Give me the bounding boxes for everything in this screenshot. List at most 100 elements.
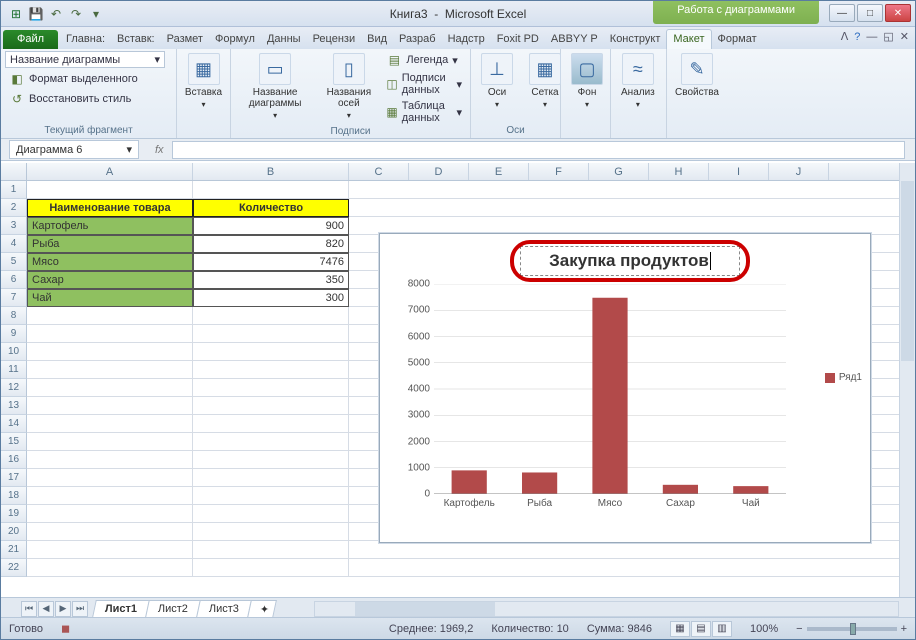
- row-header[interactable]: 1: [1, 181, 27, 199]
- cell[interactable]: [193, 523, 349, 541]
- cell[interactable]: [193, 379, 349, 397]
- tab-view[interactable]: Вид: [361, 30, 393, 49]
- cell[interactable]: Чай: [27, 289, 193, 307]
- namebox-dropdown-icon[interactable]: ▾: [126, 143, 132, 156]
- tab-chart-format[interactable]: Формат: [712, 30, 763, 49]
- col-header[interactable]: E: [469, 163, 529, 180]
- cell[interactable]: [349, 559, 915, 577]
- help-icon[interactable]: ?: [854, 31, 860, 43]
- cell[interactable]: [193, 415, 349, 433]
- cell[interactable]: [349, 181, 915, 199]
- cell[interactable]: [193, 451, 349, 469]
- col-header[interactable]: B: [193, 163, 349, 180]
- chart-title-button[interactable]: ▭Название диаграммы▾: [235, 51, 315, 122]
- cell[interactable]: [27, 361, 193, 379]
- cell[interactable]: [193, 325, 349, 343]
- col-header[interactable]: D: [409, 163, 469, 180]
- cell[interactable]: [193, 469, 349, 487]
- row-header[interactable]: 18: [1, 487, 27, 505]
- cell[interactable]: [27, 343, 193, 361]
- sheet-nav-prev-icon[interactable]: ◀: [38, 601, 54, 617]
- new-sheet-button[interactable]: ✦: [247, 600, 277, 618]
- redo-icon[interactable]: ↷: [67, 5, 85, 23]
- row-header[interactable]: 6: [1, 271, 27, 289]
- workbook-close-icon[interactable]: ✕: [900, 30, 909, 43]
- tab-chart-layout[interactable]: Макет: [666, 29, 711, 49]
- tab-developer[interactable]: Разраб: [393, 30, 442, 49]
- zoom-level[interactable]: 100%: [750, 623, 778, 635]
- tab-review[interactable]: Рецензи: [307, 30, 362, 49]
- file-tab[interactable]: Файл: [3, 30, 58, 49]
- cell[interactable]: 7476: [193, 253, 349, 271]
- tab-pagelayout[interactable]: Размет: [161, 30, 209, 49]
- cell[interactable]: [27, 307, 193, 325]
- row-header[interactable]: 9: [1, 325, 27, 343]
- cell[interactable]: Рыба: [27, 235, 193, 253]
- cell[interactable]: [27, 415, 193, 433]
- cell[interactable]: Мясо: [27, 253, 193, 271]
- macro-record-icon[interactable]: ◼: [61, 622, 70, 635]
- row-header[interactable]: 7: [1, 289, 27, 307]
- view-pagelayout-icon[interactable]: ▤: [691, 621, 711, 637]
- sheet-tab[interactable]: Лист3: [196, 600, 252, 617]
- properties-button[interactable]: ✎Свойства: [671, 51, 723, 100]
- cell[interactable]: Картофель: [27, 217, 193, 235]
- cell[interactable]: 300: [193, 289, 349, 307]
- row-header[interactable]: 5: [1, 253, 27, 271]
- name-box[interactable]: Диаграмма 6▾: [9, 140, 139, 159]
- row-header[interactable]: 13: [1, 397, 27, 415]
- select-all-corner[interactable]: [1, 163, 27, 180]
- minimize-button[interactable]: ―: [829, 4, 855, 22]
- row-header[interactable]: 14: [1, 415, 27, 433]
- cell[interactable]: [27, 469, 193, 487]
- row-header[interactable]: 3: [1, 217, 27, 235]
- horizontal-scrollbar[interactable]: [314, 601, 899, 617]
- sheet-nav-first-icon[interactable]: ⏮: [21, 601, 37, 617]
- tab-abbyy[interactable]: ABBYY P: [545, 30, 604, 49]
- cell[interactable]: [349, 199, 915, 217]
- zoom-slider[interactable]: − +: [796, 623, 907, 635]
- cell[interactable]: [193, 559, 349, 577]
- cell[interactable]: 820: [193, 235, 349, 253]
- maximize-button[interactable]: □: [857, 4, 883, 22]
- cell[interactable]: [193, 307, 349, 325]
- cell[interactable]: Наименование товара: [27, 199, 193, 217]
- row-header[interactable]: 20: [1, 523, 27, 541]
- cell[interactable]: [27, 451, 193, 469]
- cell[interactable]: [27, 325, 193, 343]
- col-header[interactable]: A: [27, 163, 193, 180]
- zoom-out-icon[interactable]: −: [796, 623, 802, 635]
- reset-style-button[interactable]: ↺Восстановить стиль: [5, 90, 135, 108]
- col-header[interactable]: H: [649, 163, 709, 180]
- row-header[interactable]: 2: [1, 199, 27, 217]
- row-header[interactable]: 10: [1, 343, 27, 361]
- tab-insert[interactable]: Вставк:: [111, 30, 161, 49]
- fx-icon[interactable]: fx: [147, 144, 172, 156]
- close-button[interactable]: ✕: [885, 4, 911, 22]
- cell[interactable]: [349, 541, 915, 559]
- undo-icon[interactable]: ↶: [47, 5, 65, 23]
- save-icon[interactable]: 💾: [27, 5, 45, 23]
- cell[interactable]: [193, 343, 349, 361]
- col-header[interactable]: C: [349, 163, 409, 180]
- view-normal-icon[interactable]: ▦: [670, 621, 690, 637]
- cell[interactable]: [193, 505, 349, 523]
- row-header[interactable]: 21: [1, 541, 27, 559]
- cell[interactable]: [27, 487, 193, 505]
- row-header[interactable]: 15: [1, 433, 27, 451]
- axes-button[interactable]: ⊥Оси▾: [475, 51, 519, 111]
- row-header[interactable]: 11: [1, 361, 27, 379]
- row-header[interactable]: 16: [1, 451, 27, 469]
- row-header[interactable]: 19: [1, 505, 27, 523]
- tab-addins[interactable]: Надстр: [442, 30, 491, 49]
- cell[interactable]: [27, 559, 193, 577]
- legend-button[interactable]: ▤Легенда ▾: [382, 51, 466, 69]
- cell[interactable]: [27, 181, 193, 199]
- tab-formulas[interactable]: Формул: [209, 30, 261, 49]
- cell[interactable]: [27, 541, 193, 559]
- sheet-nav-next-icon[interactable]: ▶: [55, 601, 71, 617]
- analysis-button[interactable]: ≈Анализ▾: [615, 51, 661, 111]
- cell[interactable]: Сахар: [27, 271, 193, 289]
- row-header[interactable]: 4: [1, 235, 27, 253]
- vertical-scrollbar[interactable]: [899, 163, 915, 597]
